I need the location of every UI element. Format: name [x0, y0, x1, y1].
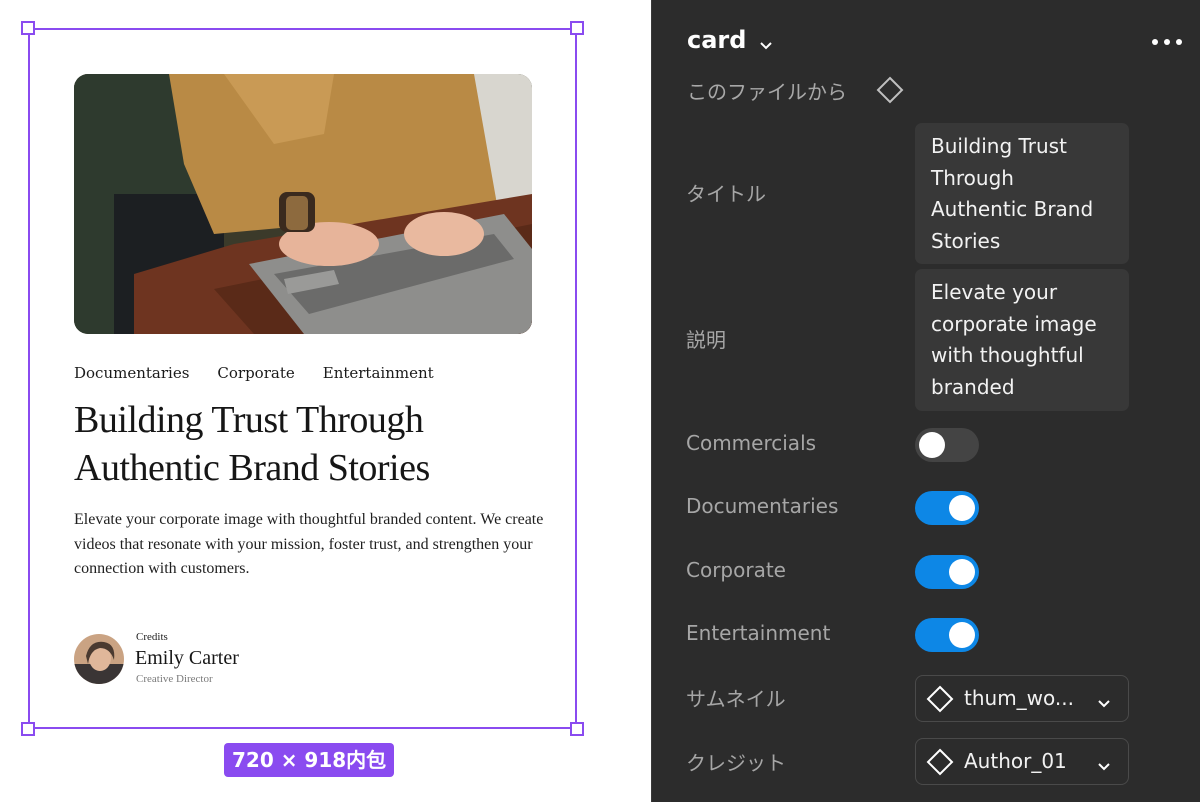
dimension-badge: 720 × 918内包 — [224, 743, 395, 777]
credit-select[interactable]: Author_01 — [915, 738, 1129, 785]
chevron-down-icon — [1098, 756, 1110, 775]
resize-handle-top-left[interactable] — [21, 21, 35, 35]
component-diamond-icon — [926, 748, 954, 780]
credit-property-label: クレジット — [686, 751, 786, 775]
chevron-down-icon — [1098, 693, 1110, 712]
author-name: Emily Carter — [135, 647, 239, 669]
entertainment-toggle-label: Entertainment — [686, 621, 831, 645]
more-dots-icon — [1152, 39, 1182, 45]
documentaries-toggle-label: Documentaries — [686, 494, 839, 518]
credit-select-value: Author_01 — [964, 749, 1067, 773]
card-title: Building Trust Through Authentic Brand S… — [74, 399, 430, 489]
thumbnail-select-value: thum_wo... — [964, 686, 1074, 710]
component-diamond-icon — [926, 685, 954, 717]
title-property-label: タイトル — [686, 182, 766, 206]
toggle-knob — [949, 559, 975, 585]
card-tag: Documentaries — [74, 364, 190, 382]
component-name[interactable]: card — [687, 26, 746, 54]
source-file-label: このファイルから — [687, 80, 847, 104]
chevron-down-icon[interactable] — [760, 35, 772, 54]
card-tag-list: Documentaries Corporate Entertainment — [74, 364, 462, 382]
card-description: Elevate your corporate image with though… — [74, 511, 544, 577]
title-text-field[interactable]: Building Trust Through Authentic Brand S… — [915, 123, 1129, 264]
more-options-button[interactable] — [1150, 32, 1186, 52]
laptop-photo-illustration — [74, 74, 532, 334]
resize-handle-bottom-left[interactable] — [21, 722, 35, 736]
thumbnail-select[interactable]: thum_wo... — [915, 675, 1129, 722]
entertainment-toggle[interactable] — [915, 618, 979, 652]
toggle-knob — [949, 622, 975, 648]
properties-panel: card このファイルから タイトル Building Trust Throug… — [651, 0, 1200, 802]
toggle-knob — [919, 432, 945, 458]
resize-handle-top-right[interactable] — [570, 21, 584, 35]
description-text-field[interactable]: Elevate your corporate image with though… — [915, 269, 1129, 411]
card-tag: Corporate — [217, 364, 295, 382]
credits-label: Credits — [136, 631, 168, 643]
description-property-label: 説明 — [686, 328, 726, 352]
card-tag: Entertainment — [322, 364, 434, 382]
corporate-toggle[interactable] — [915, 555, 979, 589]
thumbnail-property-label: サムネイル — [686, 687, 786, 711]
documentaries-toggle[interactable] — [915, 491, 979, 525]
design-canvas[interactable]: Documentaries Corporate Entertainment Buil… — [0, 0, 651, 802]
author-portrait — [74, 634, 124, 684]
corporate-toggle-label: Corporate — [686, 558, 786, 582]
component-diamond-icon — [876, 76, 904, 108]
toggle-knob — [949, 495, 975, 521]
author-role: Creative Director — [136, 673, 213, 685]
author-avatar — [74, 634, 124, 684]
card-thumbnail-image[interactable] — [74, 74, 532, 334]
resize-handle-bottom-right[interactable] — [570, 722, 584, 736]
commercials-toggle[interactable] — [915, 428, 979, 462]
commercials-toggle-label: Commercials — [686, 431, 817, 455]
